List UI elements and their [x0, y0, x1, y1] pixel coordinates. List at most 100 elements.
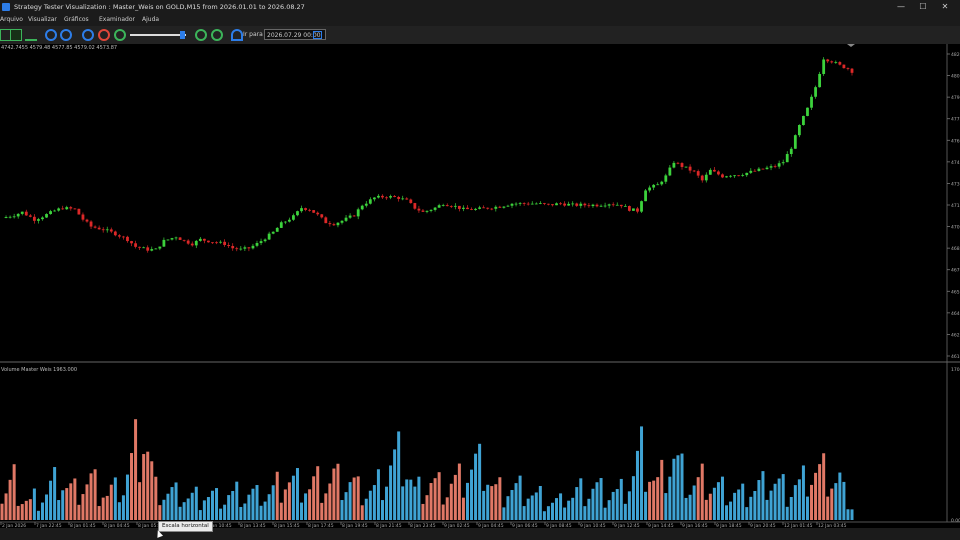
- volume-bar: [846, 509, 850, 520]
- volume-bar: [559, 493, 563, 520]
- candle-body: [551, 204, 554, 206]
- candle-body: [57, 208, 61, 211]
- volume-bar: [97, 506, 101, 520]
- volume-bar: [174, 482, 178, 520]
- candle-body: [271, 231, 275, 234]
- candle-body: [109, 229, 113, 232]
- speed-slider[interactable]: [130, 31, 186, 39]
- volume-bar: [113, 477, 117, 520]
- volume-bar: [158, 505, 162, 520]
- candle-body: [822, 59, 826, 74]
- menu-examinador[interactable]: Examinador: [99, 14, 135, 26]
- menu-ajuda[interactable]: Ajuda: [142, 14, 159, 26]
- line-chart-icon[interactable]: [25, 29, 37, 41]
- candle-body: [190, 243, 194, 246]
- volume-bar: [534, 492, 538, 520]
- volume-bar: [24, 500, 28, 520]
- candle-chart-icon[interactable]: [10, 29, 22, 41]
- volume-bar: [417, 476, 421, 520]
- status-bar: [0, 528, 960, 540]
- volume-bar: [522, 506, 526, 520]
- candle-body: [534, 203, 538, 205]
- volume-bar: [733, 492, 737, 520]
- candle-body: [223, 241, 227, 246]
- volume-bar: [81, 494, 85, 520]
- candle-body: [421, 210, 425, 212]
- candle-body: [32, 216, 36, 221]
- volume-bar: [680, 453, 684, 520]
- candle-body: [170, 238, 174, 240]
- volume-bar: [765, 499, 769, 520]
- volume-bar: [660, 459, 664, 520]
- volume-bar: [603, 507, 607, 520]
- chart-area[interactable]: 4742.7455 4579.48 4577.85 4579.02 4573.8…: [0, 44, 960, 529]
- candle-body: [522, 203, 526, 204]
- toolbar: Ir para 2026.07.29 00:00: [0, 26, 960, 45]
- candle-body: [211, 242, 214, 244]
- candle-body: [502, 206, 506, 208]
- candle-body: [425, 210, 429, 212]
- volume-bar: [227, 495, 231, 520]
- zoom-out-icon[interactable]: [60, 29, 72, 41]
- volume-bar: [356, 476, 360, 520]
- volume-bar: [295, 468, 299, 520]
- volume-bar: [615, 489, 619, 520]
- volume-bar: [668, 476, 672, 520]
- candle: [842, 64, 846, 69]
- step-back-icon[interactable]: [82, 29, 94, 41]
- minimize-button[interactable]: —: [890, 0, 912, 14]
- menu-arquivo[interactable]: Arquivo: [0, 14, 23, 26]
- volume-bar: [53, 467, 57, 520]
- maximize-button[interactable]: ☐: [912, 0, 934, 14]
- menu-graficos[interactable]: Gráficos: [64, 14, 89, 26]
- volume-bar: [259, 505, 263, 520]
- candle-body: [429, 209, 433, 211]
- candle-body: [700, 175, 704, 181]
- volume-bar: [65, 488, 69, 520]
- candle: [632, 208, 635, 211]
- candle-body: [583, 203, 587, 206]
- volume-bar: [745, 507, 749, 520]
- candle-body: [810, 96, 813, 108]
- chart-svg[interactable]: 4742.7455 4579.48 4577.85 4579.02 4573.8…: [0, 44, 960, 529]
- volume-bar: [850, 509, 854, 520]
- volume-bar: [801, 465, 805, 520]
- candle-body: [146, 247, 150, 251]
- horizontal-scale-tooltip: Escala horizontal: [158, 521, 213, 532]
- candle-body: [542, 203, 546, 204]
- skip-icon[interactable]: [195, 29, 207, 41]
- pause-icon[interactable]: [98, 29, 110, 41]
- candle-body: [24, 211, 28, 216]
- volume-bar: [510, 489, 514, 520]
- candle: [640, 200, 643, 213]
- volume-bar: [652, 480, 656, 520]
- candle-body: [627, 205, 631, 211]
- volume-bar: [12, 464, 16, 520]
- volume-bar: [405, 479, 409, 520]
- volume-bar: [138, 482, 142, 520]
- volume-bar: [219, 508, 223, 520]
- volume-bar: [291, 475, 295, 520]
- volume-bar: [255, 485, 259, 520]
- volume-bar: [429, 483, 433, 520]
- volume-bar: [279, 502, 283, 520]
- candle-body: [692, 170, 696, 172]
- zoom-in-icon[interactable]: [45, 29, 57, 41]
- goto-icon[interactable]: [231, 29, 243, 41]
- candle-body: [636, 208, 639, 212]
- stop-icon[interactable]: [211, 29, 223, 41]
- calendar-icon[interactable]: [313, 31, 322, 39]
- close-button[interactable]: ✕: [934, 0, 956, 14]
- candle-body: [130, 241, 133, 244]
- candle-body: [41, 217, 44, 220]
- volume-bar: [275, 471, 279, 520]
- play-icon[interactable]: [114, 29, 126, 41]
- candle-body: [462, 207, 465, 209]
- price-tick-label: 4640: [951, 311, 960, 317]
- speed-slider-handle[interactable]: [180, 31, 185, 39]
- candle-body: [377, 195, 380, 198]
- menu-visualizar[interactable]: Visualizar: [28, 14, 57, 26]
- volume-bar: [32, 488, 36, 520]
- candle-body: [207, 240, 210, 243]
- candle-body: [712, 169, 716, 172]
